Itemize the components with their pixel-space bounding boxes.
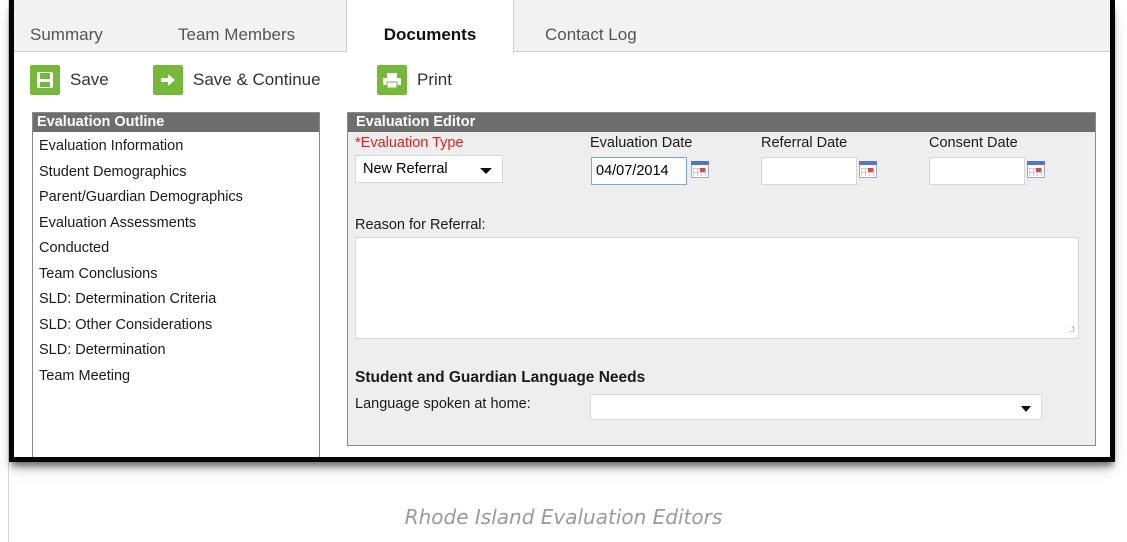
save-button[interactable]: Save [30,62,109,98]
toolbar: Save Save & Continue Print [14,62,1110,98]
reason-for-referral-textarea[interactable]: .:! [355,237,1079,339]
evaluation-type-value: New Referral [363,161,448,177]
language-spoken-label: Language spoken at home: [355,396,531,412]
evaluation-type-label: *Evaluation Type [355,135,464,151]
outline-item-sld-other-considerations[interactable]: SLD: Other Considerations [39,313,319,339]
outline-title: Evaluation Outline [33,113,319,132]
outline-list: Evaluation Information Student Demograph… [33,134,319,389]
application-screenshot: Summary Team Members Documents Contact L… [9,0,1115,462]
calendar-icon[interactable] [1027,161,1045,178]
referral-date-label: Referral Date [761,135,848,151]
editor-title: Evaluation Editor [348,113,1095,132]
save-label: Save [70,70,109,89]
outline-item-evaluation-assessments[interactable]: Evaluation Assessments [39,211,319,237]
consent-date-input[interactable] [929,157,1025,185]
outline-item-student-demographics[interactable]: Student Demographics [39,160,319,186]
chevron-down-icon [480,168,492,174]
print-label: Print [417,70,452,89]
print-button[interactable]: Print [377,62,452,98]
save-and-continue-label: Save & Continue [193,70,321,89]
tab-team-members[interactable]: Team Members [178,0,295,52]
tab-summary[interactable]: Summary [30,0,103,52]
outline-item-evaluation-information[interactable]: Evaluation Information [39,134,319,160]
language-spoken-select[interactable] [590,394,1042,420]
outline-item-team-conclusions[interactable]: Team Conclusions [39,262,319,288]
outline-item-evaluation-assessments-conducted[interactable]: Conducted [39,236,319,262]
reason-for-referral-label: Reason for Referral: [355,217,486,233]
tab-documents[interactable]: Documents [346,0,514,53]
language-needs-heading: Student and Guardian Language Needs [355,369,646,386]
resize-grip-icon[interactable]: .:! [1069,324,1074,334]
evaluation-editor-panel: Evaluation Editor *Evaluation Type New R… [347,112,1096,446]
evaluation-date-label: Evaluation Date [590,135,693,151]
evaluation-date-value: 04/07/2014 [596,163,669,179]
image-caption: Rhode Island Evaluation Editors [404,505,723,529]
calendar-icon[interactable] [859,161,877,178]
outline-item-team-meeting[interactable]: Team Meeting [39,364,319,390]
outline-item-sld-determination-criteria[interactable]: SLD: Determination Criteria [39,287,319,313]
printer-icon [377,65,407,95]
evaluation-type-select[interactable]: New Referral [355,155,503,183]
chevron-down-icon [1021,406,1031,412]
referral-date-input[interactable] [761,157,857,185]
calendar-icon[interactable] [691,161,709,178]
tab-contact-log[interactable]: Contact Log [545,0,637,52]
floppy-disk-icon [30,65,60,95]
consent-date-label: Consent Date [929,135,1018,151]
outline-item-sld-determination[interactable]: SLD: Determination [39,338,319,364]
arrow-right-icon [153,65,183,95]
save-and-continue-button[interactable]: Save & Continue [153,62,321,98]
evaluation-date-input[interactable]: 04/07/2014 [591,157,687,185]
outline-item-parent-guardian-demographics[interactable]: Parent/Guardian Demographics [39,185,319,211]
evaluation-outline-panel: Evaluation Outline Evaluation Informatio… [32,112,320,457]
tab-bar: Summary Team Members Documents Contact L… [14,0,1110,53]
